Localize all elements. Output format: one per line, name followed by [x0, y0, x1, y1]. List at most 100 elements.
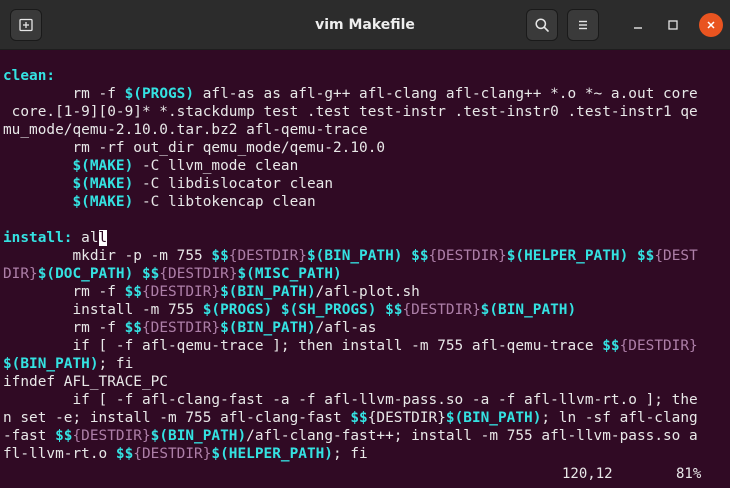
code-token: /afl-as	[315, 320, 377, 336]
new-tab-icon	[19, 18, 33, 32]
terminal-line: mkdir -p -m 755 $${DESTDIR}$(BIN_PATH) $…	[3, 247, 698, 265]
code-token: {DESTDIR}	[159, 266, 238, 282]
code-token: DIR}	[3, 266, 38, 282]
code-token: $$	[602, 338, 620, 354]
code-token: ifndef AFL_TRACE_PC	[3, 374, 168, 390]
terminal-line: -fast $${DESTDIR}$(BIN_PATH)/afl-clang-f…	[3, 427, 698, 445]
code-token: $(BIN_PATH)	[220, 320, 316, 336]
code-token: $(MISC_PATH)	[237, 266, 342, 282]
menu-button[interactable]	[567, 9, 599, 41]
code-token: $(MAKE)	[72, 176, 134, 192]
code-token: $$	[124, 284, 142, 300]
code-token: $(DOC_PATH)	[37, 266, 134, 282]
search-button[interactable]	[526, 9, 558, 41]
terminal-window: vim Makefile 120,12 81% clean: rm -f $(P…	[0, 0, 730, 488]
terminal-line: ifndef AFL_TRACE_PC	[3, 373, 168, 391]
code-token: {DESTDIR}	[72, 428, 151, 444]
code-token: -fast	[3, 428, 56, 444]
code-token: afl-as as afl-g++ afl-clang afl-clang++ …	[194, 86, 698, 102]
text-cursor: l	[98, 230, 108, 246]
code-token: fl-llvm-rt.o	[3, 446, 116, 462]
terminal-line: fl-llvm-rt.o $${DESTDIR}$(HELPER_PATH); …	[3, 445, 368, 463]
terminal-line: DIR}$(DOC_PATH) $${DESTDIR}$(MISC_PATH)	[3, 265, 342, 283]
terminal-line: if [ -f afl-clang-fast -a -f afl-llvm-pa…	[3, 391, 698, 409]
minimize-button[interactable]	[626, 13, 650, 37]
title-bar: vim Makefile	[0, 0, 730, 50]
hamburger-menu-icon	[579, 20, 587, 30]
code-token: -C libtokencap clean	[133, 194, 316, 210]
code-token: $(BIN_PATH)	[445, 410, 542, 426]
new-tab-button[interactable]	[10, 9, 42, 41]
code-token: n set -e; install -m 755 afl-clang-fast	[3, 410, 351, 426]
terminal-line: mu_mode/qemu-2.10.0.tar.bz2 afl-qemu-tra…	[3, 121, 368, 139]
code-token: clean:	[3, 68, 56, 84]
code-token: ; fi	[333, 446, 368, 462]
terminal-line: $(MAKE) -C libtokencap clean	[3, 193, 316, 211]
code-token: $$	[55, 428, 73, 444]
code-token: $$	[636, 248, 655, 264]
code-token: ; ln -sf afl-clang	[541, 410, 698, 426]
code-token: -C libdislocator clean	[133, 176, 334, 192]
code-token: $$	[141, 266, 160, 282]
code-token: install -m 755	[3, 302, 203, 318]
code-token: mkdir -p -m 755	[3, 248, 212, 264]
close-button[interactable]	[699, 13, 723, 37]
code-token: $$	[385, 302, 403, 318]
code-token: $(BIN_PATH)	[306, 248, 403, 264]
close-icon	[707, 21, 715, 29]
terminal-line: rm -f $(PROGS) afl-as as afl-g++ afl-cla…	[3, 85, 698, 103]
terminal-line: rm -f $${DESTDIR}$(BIN_PATH)/afl-plot.sh	[3, 283, 420, 301]
terminal-content[interactable]: 120,12 81% clean: rm -f $(PROGS) afl-as …	[0, 50, 730, 488]
terminal-line: install -m 755 $(PROGS) $(SH_PROGS) $${D…	[3, 301, 576, 319]
search-icon	[535, 18, 549, 32]
code-token: $(SH_PROGS)	[280, 302, 377, 318]
code-token: mu_mode/qemu-2.10.0.tar.bz2 afl-qemu-tra…	[3, 122, 368, 138]
code-token: $(HELPER_PATH)	[506, 248, 629, 264]
cursor-position: 120,12	[562, 466, 613, 482]
code-token: $(BIN_PATH)	[220, 284, 316, 300]
code-token: $$	[124, 320, 142, 336]
terminal-line: rm -f $${DESTDIR}$(BIN_PATH)/afl-as	[3, 319, 376, 337]
terminal-line: install: all	[3, 229, 108, 247]
code-token: core.[1-9][0-9]* *.stackdump test .test …	[3, 104, 698, 120]
minimize-icon	[634, 27, 642, 29]
code-token: $(MAKE)	[72, 158, 134, 174]
code-token: rm -f	[3, 86, 125, 102]
code-token: {DESTDIR}	[619, 338, 698, 354]
code-token: $$	[411, 248, 429, 264]
code-token: rm -f	[3, 284, 125, 300]
code-token: {DESTDIR}	[141, 284, 221, 300]
terminal-line: n set -e; install -m 755 afl-clang-fast …	[3, 409, 698, 427]
code-token: rm -rf out_dir qemu_mode/qemu-2.10.0	[3, 140, 386, 156]
code-token: $$	[211, 248, 229, 264]
terminal-line: $(MAKE) -C llvm_mode clean	[3, 157, 298, 175]
code-token: {DESTDIR}	[228, 248, 307, 264]
maximize-button[interactable]	[661, 13, 685, 37]
terminal-line: core.[1-9][0-9]* *.stackdump test .test …	[3, 103, 698, 121]
code-token: al	[72, 230, 99, 246]
code-token: -C llvm_mode clean	[133, 158, 299, 174]
code-token: $(PROGS)	[124, 86, 195, 102]
terminal-line: $(BIN_PATH); fi	[3, 355, 133, 373]
scroll-percent: 81%	[676, 466, 702, 482]
code-token: {DESTDIR}	[133, 446, 212, 462]
code-token: {DESTDIR}	[367, 410, 446, 426]
terminal-line: if [ -f afl-qemu-trace ]; then install -…	[3, 337, 698, 355]
code-token: /afl-clang-fast++; install -m 755 afl-ll…	[246, 428, 698, 444]
code-token: $$	[350, 410, 368, 426]
code-token: {DESTDIR}	[402, 302, 481, 318]
code-token: $(PROGS)	[202, 302, 273, 318]
code-token: $(BIN_PATH)	[150, 428, 247, 444]
code-token: install:	[3, 230, 73, 246]
maximize-icon	[668, 20, 678, 30]
code-token: {DESTDIR}	[428, 248, 507, 264]
code-token: ; fi	[98, 356, 134, 372]
